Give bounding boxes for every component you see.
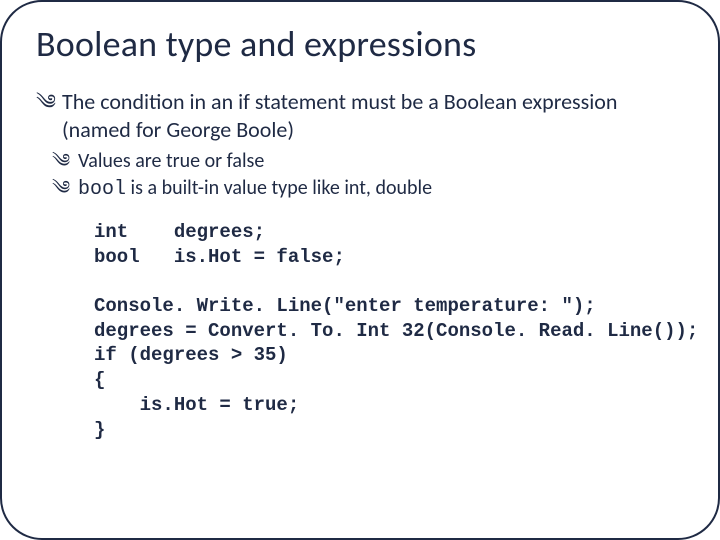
bullet-text: Values are true or false bbox=[78, 149, 264, 173]
slide-title: Boolean type and expressions bbox=[36, 22, 690, 66]
slide-frame: Boolean type and expressions ༄ The condi… bbox=[0, 0, 720, 540]
bullet-icon: ༄ bbox=[52, 177, 70, 201]
bullet-level2: ༄ Values are true or false bbox=[52, 149, 690, 174]
bullet-icon: ༄ bbox=[36, 89, 56, 115]
bullet-text: The condition in an if statement must be… bbox=[62, 88, 617, 143]
bullet-text: is a built-in value type like int, doubl… bbox=[126, 176, 432, 200]
bullet-icon: ༄ bbox=[52, 150, 70, 174]
bullet-level1: ༄ The condition in an if statement must … bbox=[36, 88, 690, 143]
bullet-level2: ༄ bool is a built-in value type like int… bbox=[52, 176, 690, 202]
code-block: int degrees; bool is.Hot = false; Consol… bbox=[94, 220, 690, 442]
bullet-code-token: bool bbox=[78, 178, 126, 201]
